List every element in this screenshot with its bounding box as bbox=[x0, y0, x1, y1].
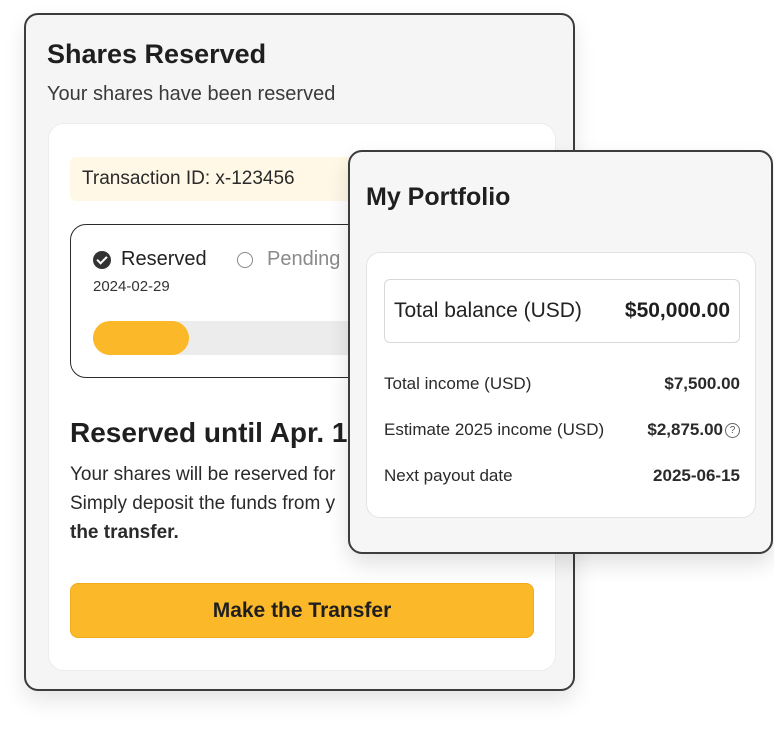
total-balance-label: Total balance (USD) bbox=[394, 299, 582, 322]
status-step-pending: Pending bbox=[237, 248, 340, 271]
row-value-wrap: $2,875.00 ? bbox=[647, 420, 740, 440]
portfolio-card: My Portfolio Total balance (USD) $50,000… bbox=[348, 150, 773, 554]
portfolio-row-next-payout: Next payout date 2025-06-15 bbox=[384, 466, 740, 486]
total-balance-value: $50,000.00 bbox=[624, 299, 730, 322]
help-icon[interactable]: ? bbox=[725, 422, 740, 438]
portfolio-row-estimate-income: Estimate 2025 income (USD) $2,875.00 ? bbox=[384, 420, 740, 440]
status-step-reserved: Reserved bbox=[93, 248, 207, 271]
progress-fill bbox=[93, 321, 189, 355]
portfolio-row-total-income: Total income (USD) $7,500.00 bbox=[384, 374, 740, 394]
row-label: Estimate 2025 income (USD) bbox=[384, 420, 605, 439]
row-value: 2025-06-15 bbox=[653, 466, 740, 485]
reserved-until-heading: Reserved until Apr. 16 bbox=[70, 417, 364, 448]
status-step-label: Pending bbox=[267, 248, 341, 270]
row-label: Total income (USD) bbox=[384, 374, 532, 393]
status-date: 2024-02-29 bbox=[93, 278, 170, 295]
transaction-id: Transaction ID: x-123456 bbox=[70, 157, 390, 201]
total-balance-box: Total balance (USD) $50,000.00 bbox=[384, 279, 740, 343]
row-label: Next payout date bbox=[384, 466, 513, 485]
check-circle-icon bbox=[93, 250, 111, 269]
row-value: $2,875.00 bbox=[647, 420, 723, 439]
status-step-label: Reserved bbox=[121, 248, 207, 270]
radio-circle-icon bbox=[237, 251, 253, 268]
row-value: $7,500.00 bbox=[664, 374, 740, 393]
portfolio-panel: Total balance (USD) $50,000.00 Total inc… bbox=[366, 252, 756, 518]
make-transfer-button[interactable]: Make the Transfer bbox=[70, 583, 534, 638]
portfolio-title: My Portfolio bbox=[366, 183, 511, 211]
card-title: Shares Reserved bbox=[47, 39, 267, 69]
card-subtitle: Your shares have been reserved bbox=[47, 83, 336, 105]
